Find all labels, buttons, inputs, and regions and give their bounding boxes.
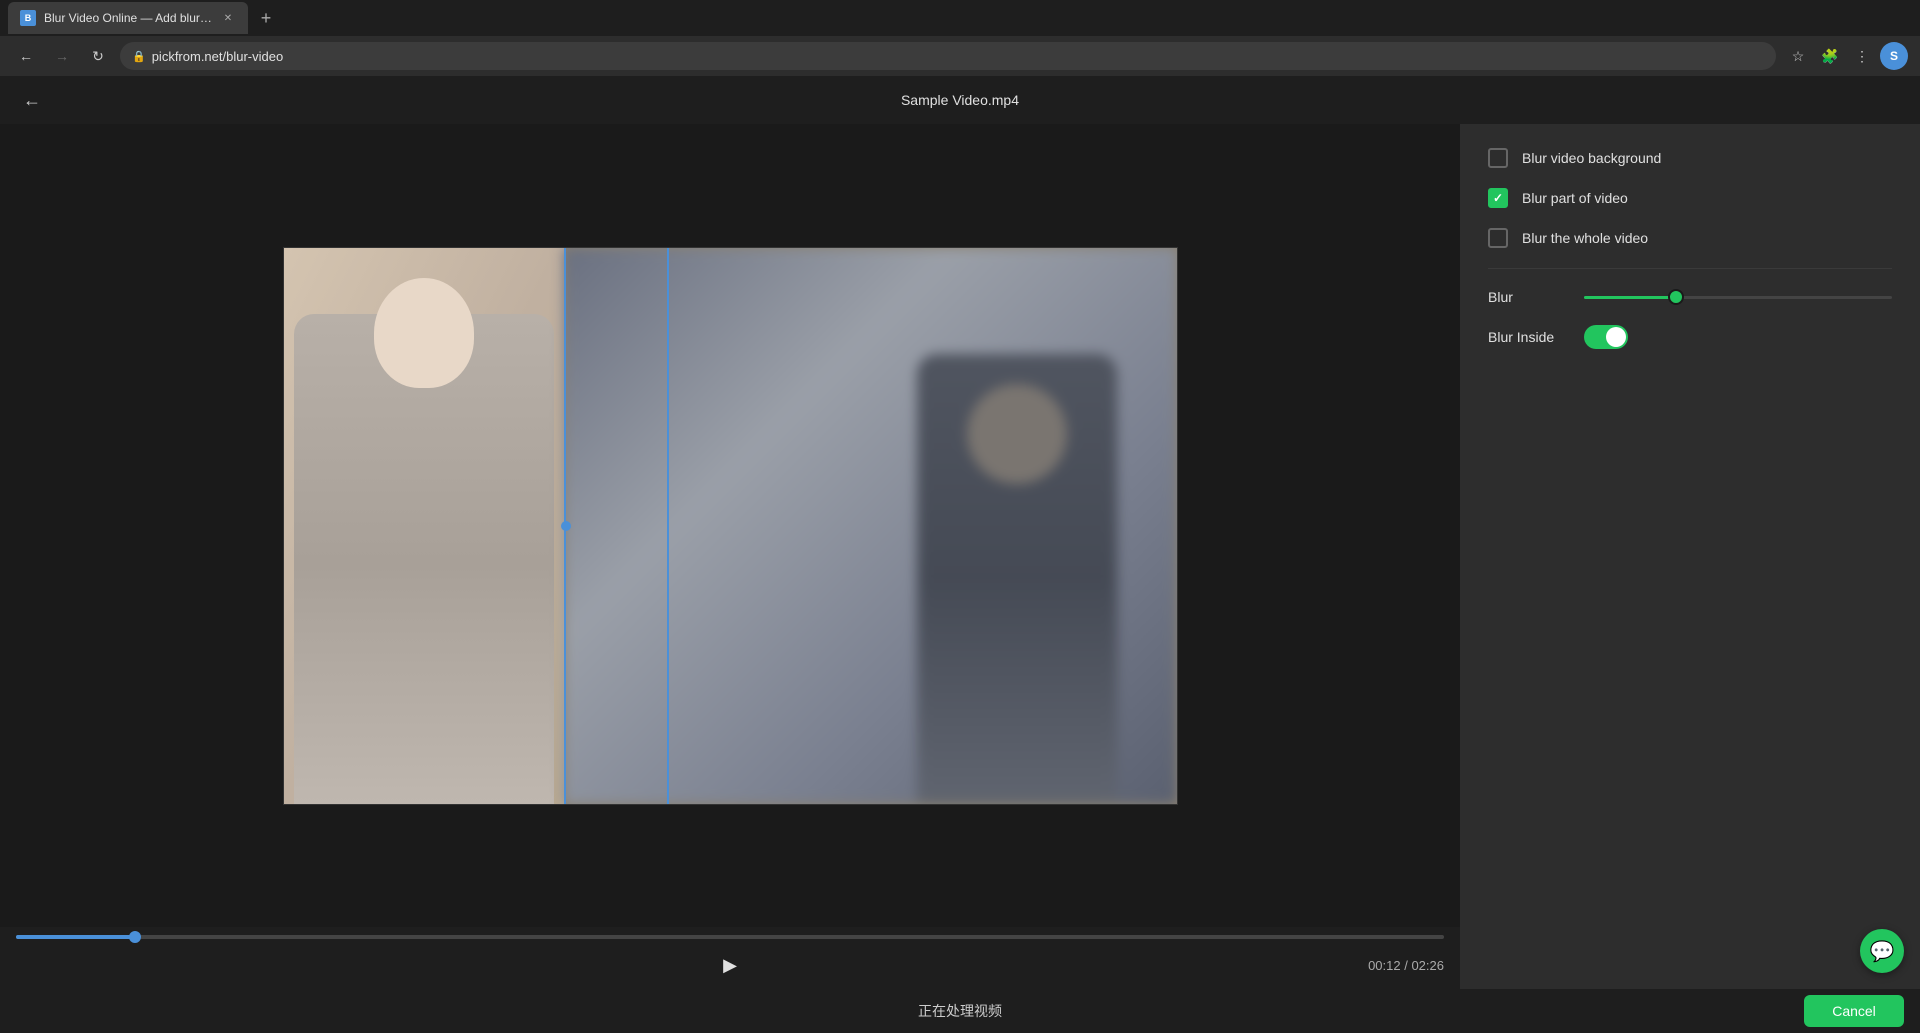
blur-background-label: Blur video background [1522, 150, 1661, 166]
video-scene [284, 248, 1177, 804]
active-tab[interactable]: B Blur Video Online — Add blur e... ✕ [8, 2, 248, 34]
video-title: Sample Video.mp4 [901, 92, 1019, 108]
blur-whole-option: Blur the whole video [1488, 228, 1892, 248]
video-controls: ▶ 00:12 / 02:26 [0, 927, 1460, 989]
tab-bar: B Blur Video Online — Add blur e... ✕ + [0, 0, 1920, 36]
app-header: ← Sample Video.mp4 [0, 76, 1920, 124]
app-container: ← Sample Video.mp4 [0, 76, 1920, 1033]
app-back-button[interactable]: ← [16, 84, 48, 116]
divider-1 [1488, 268, 1892, 269]
blur-part-option: Blur part of video [1488, 188, 1892, 208]
person-left-head [374, 278, 474, 388]
new-tab-button[interactable]: + [252, 4, 280, 32]
forward-button[interactable]: → [48, 42, 76, 70]
time-display: 00:12 / 02:26 [1368, 958, 1444, 973]
blur-whole-checkbox[interactable] [1488, 228, 1508, 248]
nav-bar: ← → ↻ 🔒 pickfrom.net/blur-video ☆ 🧩 ⋮ S [0, 36, 1920, 76]
controls-row: ▶ 00:12 / 02:26 [16, 949, 1444, 981]
blur-slider-row: Blur [1488, 289, 1892, 305]
person-right-body [917, 354, 1117, 804]
tab-favicon: B [20, 10, 36, 26]
blur-part-label: Blur part of video [1522, 190, 1628, 206]
video-canvas [283, 247, 1178, 805]
browser-chrome: B Blur Video Online — Add blur e... ✕ + … [0, 0, 1920, 76]
blur-slider-label: Blur [1488, 289, 1568, 305]
address-bar[interactable]: 🔒 pickfrom.net/blur-video [120, 42, 1776, 70]
video-wrapper [0, 124, 1460, 927]
selection-handle-mid[interactable] [561, 521, 571, 531]
bookmark-button[interactable]: ☆ [1784, 42, 1812, 70]
lock-icon: 🔒 [132, 50, 146, 63]
blur-background-checkbox[interactable] [1488, 148, 1508, 168]
blur-inside-toggle[interactable] [1584, 325, 1628, 349]
blur-background-option: Blur video background [1488, 148, 1892, 168]
right-panel: Blur video background Blur part of video… [1460, 124, 1920, 989]
address-text: pickfrom.net/blur-video [152, 49, 1764, 64]
blur-slider-fill [1584, 296, 1676, 299]
reload-button[interactable]: ↻ [84, 42, 112, 70]
progress-fill [16, 935, 135, 939]
toggle-thumb [1606, 327, 1626, 347]
back-button[interactable]: ← [12, 42, 40, 70]
main-content: ▶ 00:12 / 02:26 Blur video background [0, 124, 1920, 989]
video-left-unblurred [284, 248, 564, 804]
progress-bar[interactable] [16, 935, 1444, 939]
cancel-button[interactable]: Cancel [1804, 995, 1904, 1027]
extensions-button[interactable]: 🧩 [1816, 42, 1844, 70]
blur-inside-row: Blur Inside [1488, 325, 1892, 349]
chat-icon: 💬 [1870, 939, 1895, 964]
menu-button[interactable]: ⋮ [1848, 42, 1876, 70]
person-right-head [967, 384, 1067, 484]
blur-part-checkbox[interactable] [1488, 188, 1508, 208]
blur-inside-label: Blur Inside [1488, 329, 1568, 345]
processing-text: 正在处理视频 [918, 1001, 1002, 1021]
blur-whole-label: Blur the whole video [1522, 230, 1648, 246]
profile-button[interactable]: S [1880, 42, 1908, 70]
progress-handle[interactable] [129, 931, 141, 943]
nav-actions: ☆ 🧩 ⋮ S [1784, 42, 1908, 70]
selection-box[interactable] [564, 248, 669, 804]
blur-slider-track[interactable] [1584, 296, 1892, 299]
tab-close-button[interactable]: ✕ [220, 10, 236, 26]
video-area: ▶ 00:12 / 02:26 [0, 124, 1460, 989]
chat-widget[interactable]: 💬 [1860, 929, 1904, 973]
play-button[interactable]: ▶ [714, 949, 746, 981]
blur-slider-thumb[interactable] [1668, 289, 1684, 305]
tab-title: Blur Video Online — Add blur e... [44, 11, 212, 25]
bottom-bar: 正在处理视频 Cancel [0, 989, 1920, 1033]
